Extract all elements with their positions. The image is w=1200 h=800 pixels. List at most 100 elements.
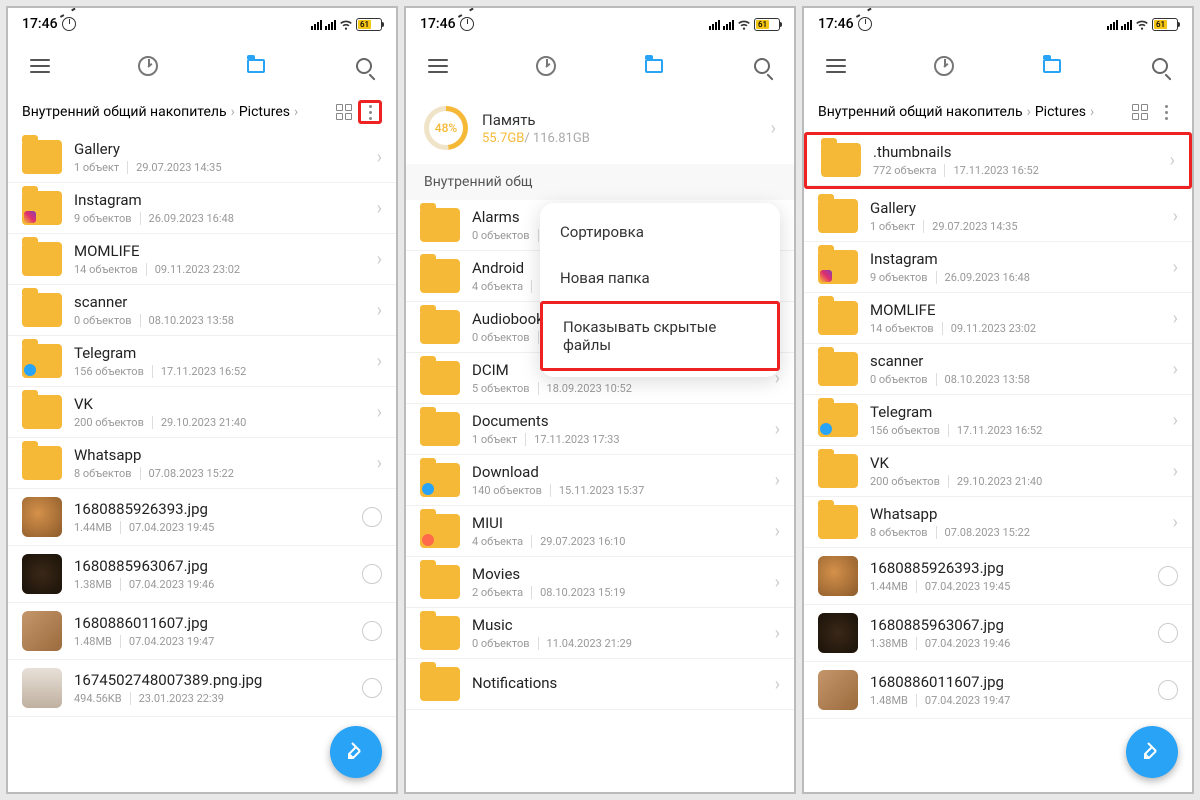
folder-icon [22, 140, 62, 174]
more-options-button[interactable] [1154, 100, 1178, 124]
time: 17:46 [818, 16, 854, 32]
folder-row[interactable]: MOMLIFE14 объектов09.11.2023 23:02› [8, 234, 396, 285]
chevron-right-icon: › [1173, 308, 1178, 329]
select-circle[interactable] [362, 564, 382, 584]
file-thumbnail [22, 668, 62, 708]
folder-row[interactable]: Movies2 объекта08.10.2023 15:19› [406, 557, 794, 608]
folder-name: VK [74, 395, 365, 413]
select-circle[interactable] [362, 507, 382, 527]
folder-icon [821, 143, 861, 177]
view-grid-button[interactable] [1132, 104, 1148, 120]
clean-fab[interactable] [1126, 726, 1178, 778]
storage-ring: 48% [424, 106, 468, 150]
folder-row[interactable]: MOMLIFE14 объектов09.11.2023 23:02› [804, 293, 1192, 344]
folder-row[interactable]: Whatsapp8 объектов07.08.2023 15:22› [8, 438, 396, 489]
folder-name: Documents [472, 412, 763, 430]
crumb-pictures[interactable]: Pictures [1035, 104, 1086, 120]
status-bar: 17:46 61 [8, 8, 396, 40]
folder-icon [22, 293, 62, 327]
search-button[interactable] [346, 48, 382, 84]
search-button[interactable] [1142, 48, 1178, 84]
select-circle[interactable] [1158, 566, 1178, 586]
chevron-right-icon: › [775, 674, 780, 695]
select-circle[interactable] [362, 621, 382, 641]
folder-row[interactable]: Music0 объектов11.04.2023 21:29› [406, 608, 794, 659]
folder-row[interactable]: Gallery1 объект29.07.2023 14:35› [8, 132, 396, 183]
more-options-button[interactable] [358, 100, 382, 124]
chevron-right-icon: › [1173, 359, 1178, 380]
chevron-right-icon: › [771, 118, 776, 139]
folder-row[interactable]: scanner0 объектов08.10.2023 13:58› [804, 344, 1192, 395]
folder-row[interactable]: Documents1 объект17.11.2023 17:33› [406, 404, 794, 455]
file-row[interactable]: 1680885963067.jpg1.38MB07.04.2023 19:46 [804, 605, 1192, 662]
select-circle[interactable] [1158, 623, 1178, 643]
file-row[interactable]: 1680885926393.jpg1.44MB07.04.2023 19:45 [8, 489, 396, 546]
phone-1: 17:46 61 Внутренний общий накопитель›Pic… [6, 6, 398, 794]
folder-row[interactable]: Notifications› [406, 659, 794, 710]
folder-row[interactable]: Instagram9 объектов26.09.2023 16:48› [8, 183, 396, 234]
select-circle[interactable] [362, 678, 382, 698]
file-thumbnail [818, 670, 858, 710]
folder-name: Gallery [870, 199, 1161, 217]
file-name: 1680885926393.jpg [870, 559, 1146, 577]
folder-icon [22, 344, 62, 378]
folder-icon [420, 208, 460, 242]
folder-icon [818, 250, 858, 284]
clean-fab[interactable] [330, 726, 382, 778]
folder-row[interactable]: .thumbnails772 объекта17.11.2023 16:52 › [807, 135, 1189, 186]
folders-tab[interactable] [1034, 48, 1070, 84]
folder-icon [818, 199, 858, 233]
folder-icon [22, 242, 62, 276]
folder-name: MOMLIFE [74, 242, 365, 260]
crumb-root[interactable]: Внутренний общий накопитель [818, 104, 1023, 120]
select-circle[interactable] [1158, 680, 1178, 700]
folder-icon [420, 463, 460, 497]
folder-name: Download [472, 463, 763, 481]
folder-row[interactable]: VK200 объектов29.10.2023 21:40› [8, 387, 396, 438]
view-grid-button[interactable] [336, 104, 352, 120]
folder-row[interactable]: Whatsapp8 объектов07.08.2023 15:22› [804, 497, 1192, 548]
file-thumbnail [22, 554, 62, 594]
top-toolbar [804, 40, 1192, 92]
status-icons: 61 [311, 17, 382, 31]
menu-show-hidden[interactable]: Показывать скрытые файлы [540, 301, 780, 371]
breadcrumb: Внутренний общий накопитель›Pictures› [8, 92, 396, 132]
file-row[interactable]: 1674502748007389.png.jpg494.56KB23.01.20… [8, 660, 396, 717]
folder-row[interactable]: Telegram156 объектов17.11.2023 16:52› [804, 395, 1192, 446]
folders-tab[interactable] [238, 48, 274, 84]
folder-icon [818, 301, 858, 335]
crumb-root[interactable]: Внутренний общий накопитель [22, 104, 227, 120]
menu-button[interactable] [22, 48, 58, 84]
folder-row[interactable]: Instagram9 объектов26.09.2023 16:48› [804, 242, 1192, 293]
alarm-icon [460, 17, 474, 31]
menu-button[interactable] [818, 48, 854, 84]
search-button[interactable] [744, 48, 780, 84]
file-row[interactable]: 1680885926393.jpg1.44MB07.04.2023 19:45 [804, 548, 1192, 605]
chevron-right-icon: › [1173, 257, 1178, 278]
recent-tab[interactable] [528, 48, 564, 84]
status-bar: 17:46 61 [406, 8, 794, 40]
menu-sort[interactable]: Сортировка [540, 209, 780, 255]
file-row[interactable]: 1680885963067.jpg1.38MB07.04.2023 19:46 [8, 546, 396, 603]
folder-icon [420, 616, 460, 650]
storage-card[interactable]: 48% Память55.7GB/ 116.81GB › [406, 92, 794, 164]
recent-tab[interactable] [926, 48, 962, 84]
file-name: 1680886011607.jpg [870, 673, 1146, 691]
folder-row[interactable]: Gallery1 объект29.07.2023 14:35› [804, 191, 1192, 242]
chevron-right-icon: › [377, 402, 382, 423]
folder-row[interactable]: Telegram156 объектов17.11.2023 16:52› [8, 336, 396, 387]
folder-row[interactable]: Download140 объектов15.11.2023 15:37› [406, 455, 794, 506]
folder-icon [818, 505, 858, 539]
menu-new-folder[interactable]: Новая папка [540, 255, 780, 301]
folders-tab[interactable] [636, 48, 672, 84]
folder-row[interactable]: VK200 объектов29.10.2023 21:40› [804, 446, 1192, 497]
context-menu: Сортировка Новая папка Показывать скрыты… [540, 203, 780, 377]
folder-row[interactable]: MIUI4 объекта29.07.2023 16:10› [406, 506, 794, 557]
file-row[interactable]: 1680886011607.jpg1.48MB07.04.2023 19:47 [8, 603, 396, 660]
file-row[interactable]: 1680886011607.jpg1.48MB07.04.2023 19:47 [804, 662, 1192, 719]
crumb-pictures[interactable]: Pictures [239, 104, 290, 120]
recent-tab[interactable] [130, 48, 166, 84]
menu-button[interactable] [420, 48, 456, 84]
folder-icon [420, 667, 460, 701]
folder-row[interactable]: scanner0 объектов08.10.2023 13:58› [8, 285, 396, 336]
